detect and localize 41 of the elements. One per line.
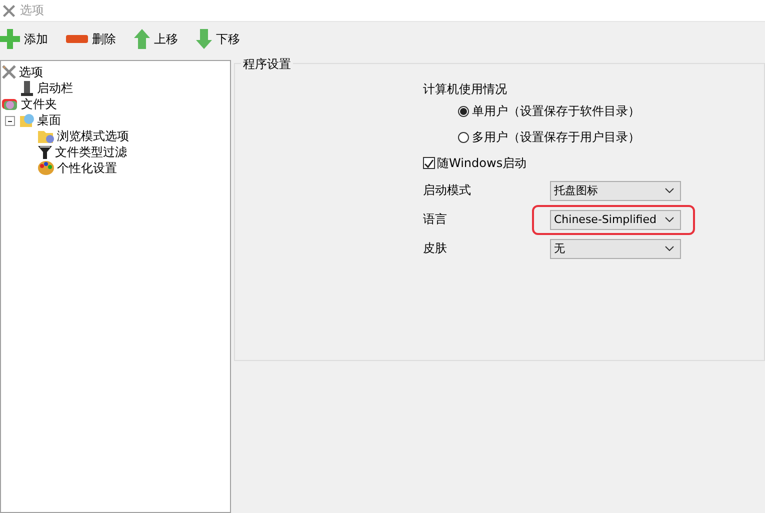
tree-item[interactable]: 文件夹 (21, 96, 57, 112)
tree-item[interactable]: 启动栏 (37, 80, 73, 96)
toolbar-button[interactable]: 删除 (66, 30, 116, 48)
radio-button[interactable] (458, 132, 469, 142)
section-label: 计算机使用情况 (423, 81, 508, 98)
tree-item[interactable]: 浏览模式选项 (57, 128, 129, 144)
field-label: 启动模式 (423, 182, 472, 199)
chevron-down-icon (665, 188, 674, 193)
folder-icon (37, 128, 55, 144)
folder-globe-icon (19, 112, 35, 128)
radio-button[interactable] (458, 106, 469, 116)
radio-label[interactable]: 多用户（设置保存于用户目录） (472, 128, 640, 146)
dropdown[interactable]: 托盘图标 (550, 180, 681, 200)
field-label: 语言 (423, 211, 448, 228)
up-arrow-icon (134, 29, 150, 49)
chevron-down-icon (665, 246, 674, 251)
checkbox[interactable] (423, 157, 435, 169)
collapse-toggle[interactable] (5, 116, 15, 126)
toolbar-button[interactable]: 下移 (196, 29, 240, 49)
tree-item[interactable]: 选项 (19, 64, 43, 80)
window-title: 选项 (20, 2, 44, 19)
pillar-icon (19, 80, 35, 96)
toolbar-button[interactable]: 添加 (0, 29, 48, 49)
tools-icon (1, 64, 17, 80)
funnel-icon (37, 144, 53, 160)
dropdown[interactable]: 无 (550, 238, 681, 258)
tools-icon (2, 4, 16, 18)
tree-item[interactable]: 文件类型过滤 (55, 144, 127, 160)
palette-icon (37, 160, 55, 176)
folders-icon (1, 96, 19, 112)
field-label: 皮肤 (423, 240, 448, 257)
plus-icon (0, 29, 20, 49)
tree-item[interactable]: 个性化设置 (57, 160, 117, 176)
tree-item[interactable]: 桌面 (37, 112, 61, 128)
dropdown[interactable]: Chinese-Simplified (550, 210, 681, 230)
minus-icon (66, 35, 88, 43)
radio-label[interactable]: 单用户（设置保存于软件目录） (472, 102, 640, 120)
toolbar-button[interactable]: 上移 (134, 29, 178, 49)
checkbox-label[interactable]: 随Windows启动 (437, 154, 527, 172)
down-arrow-icon (196, 29, 212, 49)
chevron-down-icon (665, 217, 674, 222)
